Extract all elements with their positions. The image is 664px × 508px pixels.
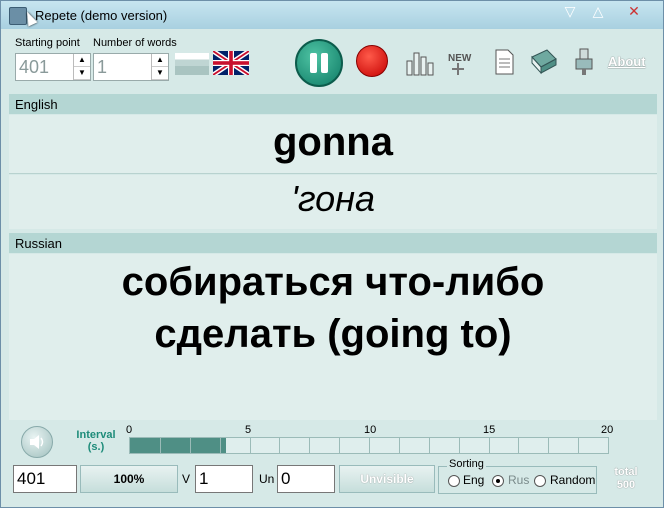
russian-section-label: Russian <box>9 233 657 253</box>
number-of-words-label: Number of words <box>93 37 177 49</box>
spin-down-icon[interactable]: ▼ <box>74 67 90 80</box>
unvisible-button[interactable]: Unvisible <box>339 465 435 493</box>
pause-icon <box>310 53 317 73</box>
current-number-field[interactable]: 401 <box>13 465 77 493</box>
sort-random-radio[interactable] <box>534 475 546 487</box>
spin-up-icon[interactable]: ▲ <box>152 54 168 67</box>
scale-tick-label: 5 <box>245 424 252 436</box>
slider-tick <box>279 438 280 453</box>
sorting-label: Sorting <box>447 458 486 470</box>
document-icon[interactable] <box>489 47 519 77</box>
window-title: Repete (demo version) <box>35 8 168 23</box>
close-button[interactable]: ✕ <box>623 3 645 21</box>
translation-line-2: сделать (going to) <box>154 312 512 356</box>
slider-tick <box>548 438 549 453</box>
interval-slider-fill <box>130 438 226 453</box>
maximize-button[interactable]: △ <box>587 3 609 21</box>
starting-point-value[interactable]: 401 <box>19 57 49 78</box>
settings-plug-icon[interactable] <box>569 47 599 77</box>
record-button[interactable] <box>356 45 388 77</box>
scale-tick-label: 20 <box>601 424 614 436</box>
sort-rus-label[interactable]: Rus <box>508 473 529 487</box>
scale-tick-label: 15 <box>483 424 496 436</box>
slider-tick <box>309 438 310 453</box>
v-label: V <box>182 472 191 486</box>
spin-down-icon[interactable]: ▼ <box>152 67 168 80</box>
transcription-panel: 'гона <box>9 175 657 229</box>
transcription: 'гона <box>290 178 376 219</box>
minimize-button[interactable]: ▽ <box>559 3 581 21</box>
new-word-icon[interactable]: NEW <box>447 47 477 77</box>
sort-eng-label[interactable]: Eng <box>463 473 484 487</box>
svg-text:NEW: NEW <box>448 53 472 64</box>
slider-tick <box>220 438 221 453</box>
speaker-icon <box>30 435 44 449</box>
slider-tick <box>190 438 191 453</box>
slider-tick <box>399 438 400 453</box>
pause-button[interactable] <box>295 39 343 87</box>
slider-tick <box>429 438 430 453</box>
english-section-label: English <box>9 94 657 114</box>
title-bar: Repete (demo version) ▽ △ ✕ <box>1 1 663 29</box>
language-flag-icon[interactable] <box>175 53 209 75</box>
slider-tick <box>160 438 161 453</box>
statistics-icon[interactable] <box>405 47 435 77</box>
scale-tick-label: 0 <box>126 424 133 436</box>
sort-eng-radio[interactable] <box>448 475 460 487</box>
scale-tick-label: 10 <box>364 424 377 436</box>
un-label: Un <box>259 472 275 486</box>
interval-slider[interactable] <box>129 437 609 454</box>
spin-up-icon[interactable]: ▲ <box>74 54 90 67</box>
translation-panel: собираться что-либо сделать (going to) <box>9 254 657 420</box>
slider-tick <box>578 438 579 453</box>
sort-rus-radio[interactable] <box>492 475 504 487</box>
percent-button[interactable]: 100% <box>80 465 178 493</box>
word-panel: gonna <box>9 115 657 174</box>
translation-line-1: собираться что-либо <box>121 260 545 304</box>
slider-tick <box>489 438 490 453</box>
number-of-words-spinner[interactable]: 1 ▲ ▼ <box>93 53 169 81</box>
dictionary-book-icon[interactable] <box>529 47 559 77</box>
starting-point-label: Starting point <box>15 37 80 49</box>
slider-tick <box>250 438 251 453</box>
total-counter: total 500 <box>614 466 638 491</box>
sorting-group: Sorting Eng Rus Random <box>438 458 597 494</box>
english-word: gonna <box>273 120 393 164</box>
un-field[interactable]: 0 <box>277 465 335 493</box>
starting-point-spinner[interactable]: 401 ▲ ▼ <box>15 53 91 81</box>
slider-tick <box>369 438 370 453</box>
about-link[interactable]: About <box>608 54 646 69</box>
uk-flag-icon[interactable] <box>213 51 249 75</box>
slider-tick <box>339 438 340 453</box>
slider-tick <box>459 438 460 453</box>
v-field[interactable]: 1 <box>195 465 253 493</box>
sort-random-label[interactable]: Random <box>550 473 595 487</box>
speaker-button[interactable] <box>21 426 53 458</box>
interval-label: Interval (s.) <box>76 429 116 453</box>
app-window: Repete (demo version) ▽ △ ✕ Starting poi… <box>0 0 664 508</box>
slider-tick <box>518 438 519 453</box>
number-of-words-value[interactable]: 1 <box>97 57 107 78</box>
